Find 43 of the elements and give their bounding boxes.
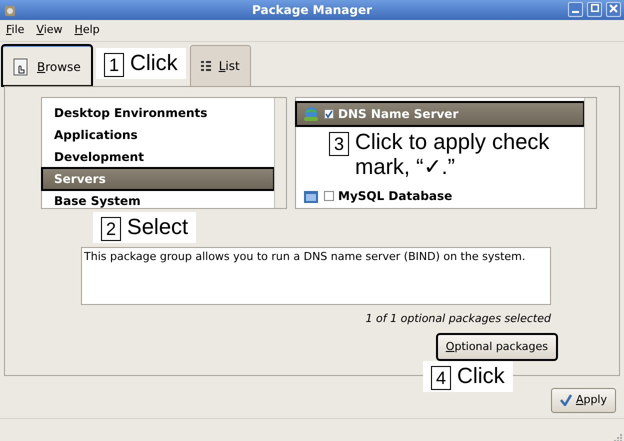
document-hand-icon — [13, 58, 29, 76]
scrollbar[interactable] — [584, 98, 596, 208]
optional-packages-button[interactable]: Optional packages — [436, 334, 557, 360]
app-icon — [3, 3, 17, 17]
tab[interactable]: Browse — [2, 45, 92, 86]
tab[interactable]: List — [190, 45, 251, 86]
callout-text: Select — [127, 214, 188, 240]
globe-icon — [302, 105, 320, 123]
package-name: MySQL Database — [338, 188, 452, 205]
callout-text: Click to apply check mark, “✓.” — [355, 129, 550, 180]
step-number: 2 — [101, 217, 122, 241]
maximize-button[interactable] — [587, 2, 602, 17]
group-item[interactable]: Base System — [42, 190, 274, 212]
list-icon — [200, 60, 211, 72]
callout-text: Click — [130, 50, 178, 76]
apply-button[interactable]: Apply — [550, 388, 616, 412]
minimize-icon — [572, 11, 579, 13]
menu-item[interactable]: File — [0, 22, 30, 39]
selection-summary: 1 of 1 optional packages selected — [366, 312, 551, 325]
menu-item[interactable]: View — [30, 22, 69, 39]
description-box: This package group allows you to run a DNS name server (BIND) on the system. — [81, 247, 551, 305]
step-number: 1 — [104, 53, 124, 77]
maximize-icon — [590, 4, 598, 12]
package-item[interactable]: MySQL Database — [296, 184, 584, 208]
checkbox[interactable] — [324, 109, 334, 119]
package-item[interactable]: DNS Name Server — [296, 102, 584, 126]
checkmark-icon — [560, 394, 572, 406]
step-number: 3 — [329, 132, 350, 156]
step-number: 4 — [431, 366, 452, 390]
scrollbar[interactable] — [274, 98, 286, 208]
window-title: Package Manager — [252, 2, 372, 19]
group-item[interactable]: Development — [42, 146, 274, 168]
close-button[interactable] — [606, 2, 621, 17]
checkbox[interactable] — [324, 191, 334, 201]
menu-item[interactable]: Help — [68, 22, 106, 39]
group-item[interactable]: Applications — [42, 124, 274, 146]
close-icon — [609, 4, 618, 12]
group-item[interactable]: Servers — [42, 168, 274, 190]
callout-text: Click — [457, 363, 505, 388]
group-item[interactable]: Desktop Environments — [42, 102, 274, 124]
minimize-button[interactable] — [568, 2, 583, 17]
package-name: DNS Name Server — [338, 106, 458, 123]
resize-grip-icon — [614, 434, 622, 441]
